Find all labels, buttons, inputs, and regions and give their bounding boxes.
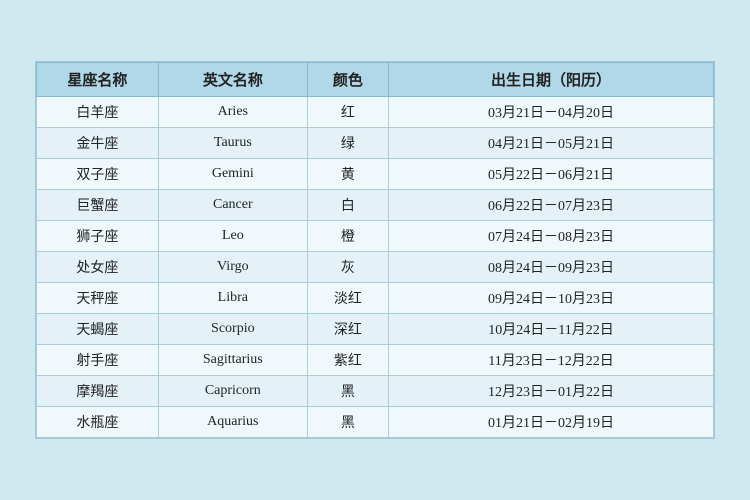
header-english: 英文名称 bbox=[158, 63, 307, 97]
cell-color-3: 白 bbox=[307, 190, 388, 221]
cell-chinese-3: 巨蟹座 bbox=[37, 190, 159, 221]
table-row: 双子座Gemini黄05月22日－06月21日 bbox=[37, 159, 714, 190]
table-row: 金牛座Taurus绿04月21日－05月21日 bbox=[37, 128, 714, 159]
cell-english-5: Virgo bbox=[158, 252, 307, 283]
cell-date-10: 01月21日－02月19日 bbox=[389, 407, 714, 438]
table-body: 白羊座Aries红03月21日－04月20日金牛座Taurus绿04月21日－0… bbox=[37, 97, 714, 438]
cell-color-2: 黄 bbox=[307, 159, 388, 190]
cell-english-10: Aquarius bbox=[158, 407, 307, 438]
cell-chinese-0: 白羊座 bbox=[37, 97, 159, 128]
zodiac-table: 星座名称 英文名称 颜色 出生日期（阳历） 白羊座Aries红03月21日－04… bbox=[36, 62, 714, 438]
table-row: 摩羯座Capricorn黑12月23日－01月22日 bbox=[37, 376, 714, 407]
cell-date-5: 08月24日－09月23日 bbox=[389, 252, 714, 283]
cell-date-4: 07月24日－08月23日 bbox=[389, 221, 714, 252]
cell-chinese-7: 天蝎座 bbox=[37, 314, 159, 345]
cell-color-1: 绿 bbox=[307, 128, 388, 159]
cell-date-7: 10月24日－11月22日 bbox=[389, 314, 714, 345]
table-row: 巨蟹座Cancer白06月22日－07月23日 bbox=[37, 190, 714, 221]
cell-english-2: Gemini bbox=[158, 159, 307, 190]
cell-date-3: 06月22日－07月23日 bbox=[389, 190, 714, 221]
table-row: 射手座Sagittarius紫红11月23日－12月22日 bbox=[37, 345, 714, 376]
table-row: 处女座Virgo灰08月24日－09月23日 bbox=[37, 252, 714, 283]
cell-color-4: 橙 bbox=[307, 221, 388, 252]
cell-color-6: 淡红 bbox=[307, 283, 388, 314]
cell-english-1: Taurus bbox=[158, 128, 307, 159]
cell-color-0: 红 bbox=[307, 97, 388, 128]
cell-chinese-6: 天秤座 bbox=[37, 283, 159, 314]
table-row: 水瓶座Aquarius黑01月21日－02月19日 bbox=[37, 407, 714, 438]
cell-color-10: 黑 bbox=[307, 407, 388, 438]
cell-date-8: 11月23日－12月22日 bbox=[389, 345, 714, 376]
cell-color-5: 灰 bbox=[307, 252, 388, 283]
cell-chinese-10: 水瓶座 bbox=[37, 407, 159, 438]
cell-date-0: 03月21日－04月20日 bbox=[389, 97, 714, 128]
cell-english-6: Libra bbox=[158, 283, 307, 314]
cell-english-3: Cancer bbox=[158, 190, 307, 221]
cell-english-7: Scorpio bbox=[158, 314, 307, 345]
cell-date-6: 09月24日－10月23日 bbox=[389, 283, 714, 314]
table-header-row: 星座名称 英文名称 颜色 出生日期（阳历） bbox=[37, 63, 714, 97]
cell-date-9: 12月23日－01月22日 bbox=[389, 376, 714, 407]
cell-date-2: 05月22日－06月21日 bbox=[389, 159, 714, 190]
table-row: 白羊座Aries红03月21日－04月20日 bbox=[37, 97, 714, 128]
cell-color-9: 黑 bbox=[307, 376, 388, 407]
cell-chinese-8: 射手座 bbox=[37, 345, 159, 376]
zodiac-table-container: 星座名称 英文名称 颜色 出生日期（阳历） 白羊座Aries红03月21日－04… bbox=[35, 61, 715, 439]
header-color: 颜色 bbox=[307, 63, 388, 97]
cell-chinese-1: 金牛座 bbox=[37, 128, 159, 159]
table-row: 狮子座Leo橙07月24日－08月23日 bbox=[37, 221, 714, 252]
cell-chinese-2: 双子座 bbox=[37, 159, 159, 190]
cell-chinese-5: 处女座 bbox=[37, 252, 159, 283]
cell-english-8: Sagittarius bbox=[158, 345, 307, 376]
cell-date-1: 04月21日－05月21日 bbox=[389, 128, 714, 159]
cell-english-0: Aries bbox=[158, 97, 307, 128]
table-row: 天蝎座Scorpio深红10月24日－11月22日 bbox=[37, 314, 714, 345]
cell-english-4: Leo bbox=[158, 221, 307, 252]
cell-chinese-9: 摩羯座 bbox=[37, 376, 159, 407]
cell-color-8: 紫红 bbox=[307, 345, 388, 376]
header-chinese: 星座名称 bbox=[37, 63, 159, 97]
cell-english-9: Capricorn bbox=[158, 376, 307, 407]
table-row: 天秤座Libra淡红09月24日－10月23日 bbox=[37, 283, 714, 314]
cell-color-7: 深红 bbox=[307, 314, 388, 345]
header-date: 出生日期（阳历） bbox=[389, 63, 714, 97]
cell-chinese-4: 狮子座 bbox=[37, 221, 159, 252]
